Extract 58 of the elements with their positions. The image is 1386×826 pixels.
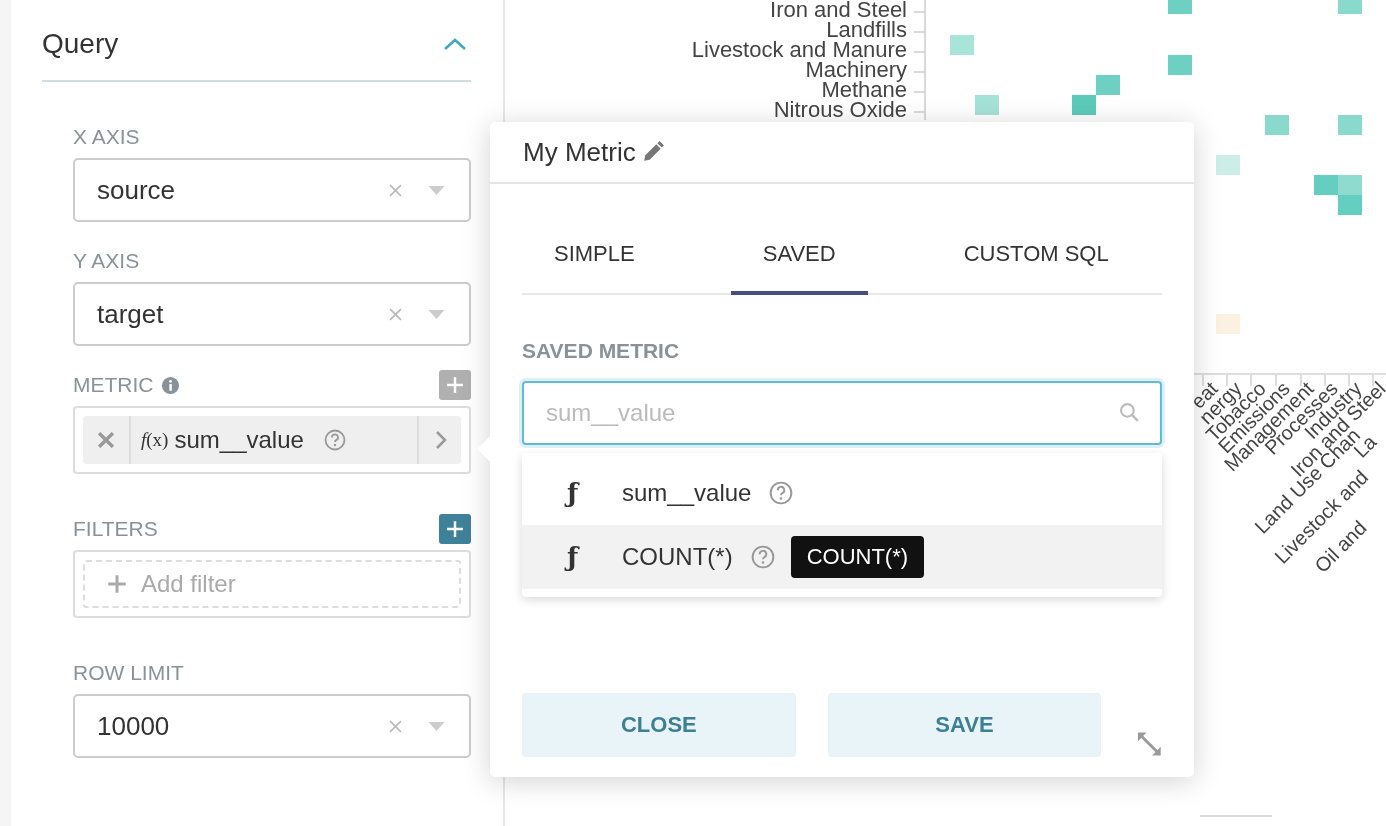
remove-icon[interactable]	[98, 432, 114, 448]
pencil-icon[interactable]	[641, 141, 664, 163]
option-label: sum__value	[622, 479, 752, 507]
help-icon	[323, 429, 346, 451]
heatmap-cell	[1168, 0, 1192, 14]
field-label: ROW LIMIT	[73, 661, 184, 685]
plus-icon	[107, 574, 127, 594]
dropdown-caret-icon[interactable]	[428, 721, 445, 731]
plus-icon	[446, 520, 464, 538]
resize-icon[interactable]	[1137, 731, 1162, 757]
heatmap-cell	[1096, 75, 1120, 95]
field-label: X AXIS	[73, 125, 140, 149]
clear-icon[interactable]	[389, 719, 402, 733]
function-label: f(x)	[129, 416, 169, 464]
option-label: COUNT(*)	[622, 543, 733, 571]
section-title: Query	[42, 28, 119, 60]
heatmap-cell	[950, 35, 974, 55]
heatmap-cell	[1216, 314, 1240, 334]
tooltip: COUNT(*)	[790, 536, 925, 578]
field-label: Y AXIS	[73, 249, 140, 273]
heatmap-cell	[1265, 115, 1289, 135]
field-label: METRIC	[73, 373, 154, 397]
heatmap-cell	[1338, 115, 1362, 135]
heatmap-cell	[1338, 0, 1362, 14]
heatmap-cell	[1072, 95, 1096, 115]
select-field[interactable]: source	[73, 158, 471, 222]
menu-option[interactable]: ƒ sum__value	[522, 461, 1162, 525]
dialog-button[interactable]: SAVE	[827, 693, 1102, 757]
heatmap-cell	[1338, 175, 1362, 195]
heatmap-cell	[1338, 195, 1362, 215]
metric-name: sum__value	[174, 426, 304, 454]
field-label: SAVED METRIC	[522, 339, 681, 364]
dropdown-caret-icon[interactable]	[428, 309, 445, 319]
field-label: FILTERS	[73, 517, 158, 541]
menu-option[interactable]: ƒ COUNT(*) COUNT(*)	[522, 525, 1162, 589]
search-field[interactable]: sum__value	[522, 381, 1162, 445]
dialog-button[interactable]: CLOSE	[522, 693, 796, 757]
search-icon	[1119, 402, 1140, 423]
heatmap-cell	[1216, 155, 1240, 175]
clear-icon[interactable]	[389, 183, 402, 197]
collapse-caret-icon[interactable]	[443, 37, 467, 51]
tab[interactable]: SAVED	[730, 241, 868, 295]
plus-icon	[446, 376, 464, 394]
heatmap-cell	[1168, 55, 1192, 75]
add-button[interactable]	[439, 514, 471, 544]
help-icon	[769, 481, 794, 505]
help-icon	[750, 545, 775, 569]
dropdown-caret-icon[interactable]	[428, 185, 445, 195]
select-field[interactable]: 10000	[73, 694, 471, 758]
axis-label: Nitrous Oxide	[773, 97, 907, 122]
metric-title: My Metric	[523, 136, 636, 168]
select-field[interactable]: target	[73, 282, 471, 346]
tab[interactable]: SIMPLE	[522, 241, 667, 295]
tab[interactable]: CUSTOM SQL	[931, 241, 1141, 295]
heatmap-cell	[1314, 175, 1338, 195]
info-icon	[160, 375, 180, 395]
heatmap-cell	[975, 95, 999, 115]
clear-icon[interactable]	[389, 307, 402, 321]
